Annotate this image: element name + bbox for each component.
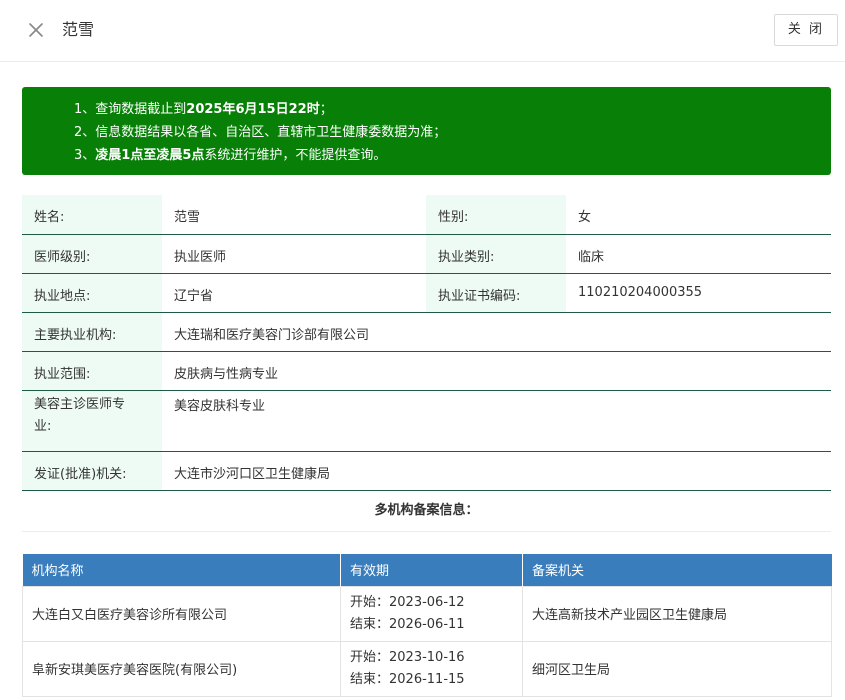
close-button[interactable]: 关 闭 [774, 14, 838, 46]
location-value: 辽宁省 [162, 273, 426, 313]
notice-line: 3、凌晨1点至凌晨5点系统进行维护，不能提供查询。 [74, 148, 387, 163]
record-start: 开始：2023-06-12 [350, 594, 465, 610]
notice-banner: 1、查询数据截止到2025年6月15日22时； 2、信息数据结果以各省、自治区、… [22, 87, 831, 175]
column-header-authority: 备案机关 [522, 554, 832, 586]
dialog-header: 范雪 关 闭 [0, 0, 845, 62]
info-row: 姓名: 范雪 性别: 女 [22, 195, 831, 235]
info-row: 医师级别: 执业医师 执业类别: 临床 [22, 234, 831, 274]
record-end: 结束：2026-11-15 [350, 671, 465, 687]
cosmetic-value: 美容皮肤科专业 [162, 390, 831, 452]
gender-value: 女 [566, 195, 831, 235]
category-label: 执业类别: [426, 234, 566, 274]
cert-label: 执业证书编码: [426, 273, 566, 313]
column-header-validity: 有效期 [340, 554, 523, 586]
info-row: 发证(批准)机关: 大连市沙河口区卫生健康局 [22, 451, 831, 491]
cosmetic-label: 美容主诊医师专 业: [22, 390, 162, 452]
record-end: 结束：2026-06-11 [350, 616, 465, 632]
cosmetic-label-line: 美容主诊医师专 [34, 396, 126, 412]
record-authority: 细河区卫生局 [522, 640, 832, 697]
level-label: 医师级别: [22, 234, 162, 274]
level-value: 执业医师 [162, 234, 426, 274]
org-value: 大连瑞和医疗美容门诊部有限公司 [162, 312, 831, 352]
location-label: 执业地点: [22, 273, 162, 313]
records-section-title: 多机构备案信息： [22, 502, 831, 532]
close-icon[interactable] [26, 20, 46, 40]
info-row: 美容主诊医师专 业: 美容皮肤科专业 [22, 390, 831, 452]
notice-line: 2、信息数据结果以各省、自治区、直辖市卫生健康委数据为准； [74, 125, 447, 140]
records-header-row: 机构名称 有效期 备案机关 [22, 554, 832, 586]
name-value: 范雪 [162, 195, 426, 235]
cosmetic-label-line: 业: [34, 418, 52, 434]
table-row: 阜新安琪美医疗美容医院(有限公司) 开始：2023-10-16 结束：2026-1… [22, 640, 832, 697]
issuer-label: 发证(批准)机关: [22, 451, 162, 491]
record-start: 开始：2023-10-16 [350, 649, 465, 665]
doctor-info-table: 姓名: 范雪 性别: 女 医师级别: 执业医师 执业类别: 临床 执业地点: 辽… [22, 195, 831, 491]
column-header-org: 机构名称 [22, 554, 341, 586]
record-validity: 开始：2023-06-12 结束：2026-06-11 [340, 585, 523, 642]
cert-value: 110210204000355 [566, 273, 831, 313]
org-label: 主要执业机构: [22, 312, 162, 352]
notice-line: 1、查询数据截止到2025年6月15日22时； [74, 102, 333, 117]
table-row: 大连白又白医疗美容诊所有限公司 开始：2023-06-12 结束：2026-06-… [22, 585, 832, 642]
dialog-title: 范雪 [62, 20, 95, 39]
name-label: 姓名: [22, 195, 162, 235]
gender-label: 性别: [426, 195, 566, 235]
record-org: 阜新安琪美医疗美容医院(有限公司) [22, 640, 341, 697]
scope-value: 皮肤病与性病专业 [162, 351, 831, 391]
records-table: 机构名称 有效期 备案机关 大连白又白医疗美容诊所有限公司 开始：2023-06… [22, 554, 832, 697]
info-row: 执业地点: 辽宁省 执业证书编码: 110210204000355 [22, 273, 831, 313]
record-validity: 开始：2023-10-16 结束：2026-11-15 [340, 640, 523, 697]
info-row: 主要执业机构: 大连瑞和医疗美容门诊部有限公司 [22, 312, 831, 352]
record-org: 大连白又白医疗美容诊所有限公司 [22, 585, 341, 642]
scope-label: 执业范围: [22, 351, 162, 391]
category-value: 临床 [566, 234, 831, 274]
info-row: 执业范围: 皮肤病与性病专业 [22, 351, 831, 391]
record-authority: 大连高新技术产业园区卫生健康局 [522, 585, 832, 642]
issuer-value: 大连市沙河口区卫生健康局 [162, 451, 831, 491]
